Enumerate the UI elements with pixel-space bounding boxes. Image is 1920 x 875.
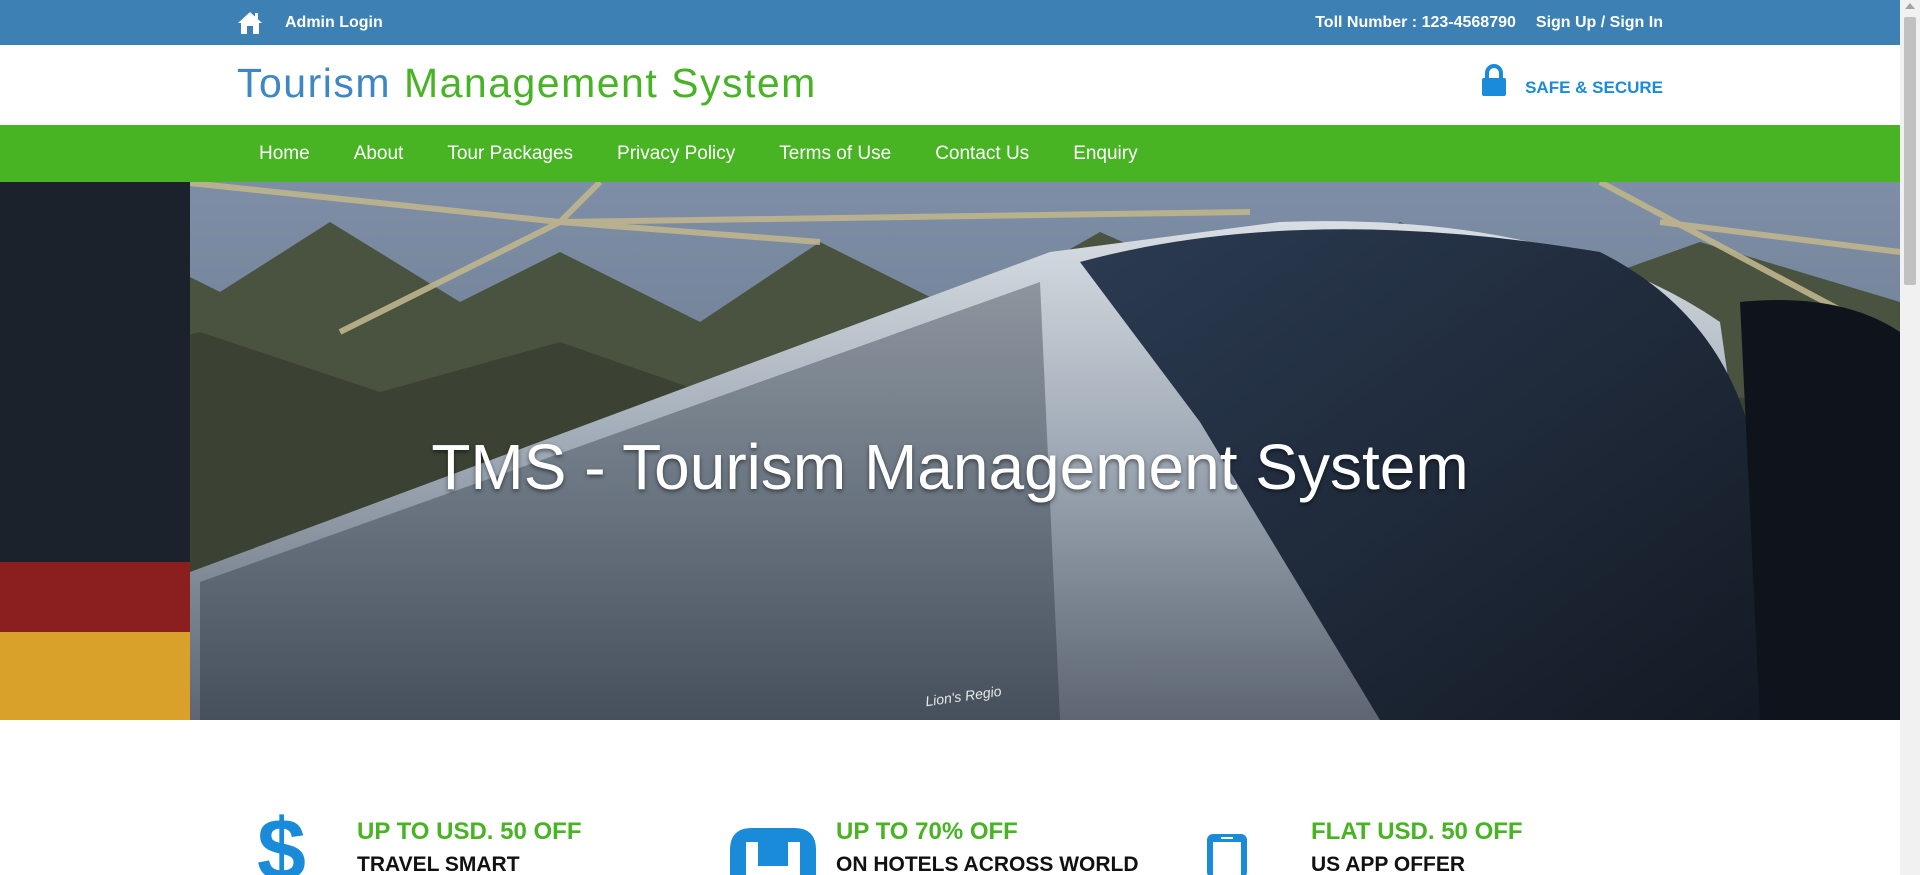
scrollbar-thumb[interactable]: [1904, 17, 1916, 285]
main-nav: Home About Tour Packages Privacy Policy …: [0, 125, 1900, 182]
feature-subtitle: TRAVEL SMART: [357, 853, 520, 875]
site-header: Tourism Management System SAFE & SECURE: [0, 45, 1900, 125]
svg-text:$: $: [257, 810, 306, 875]
feature-subtitle: US APP OFFER: [1311, 853, 1466, 875]
admin-login-link[interactable]: Admin Login: [285, 14, 383, 32]
feature-title: UP TO USD. 50 OFF: [357, 818, 582, 845]
nav-enquiry[interactable]: Enquiry: [1051, 143, 1159, 165]
scroll-up-arrow-icon[interactable]: [1905, 3, 1915, 9]
feature-title: FLAT USD. 50 OFF: [1311, 818, 1523, 845]
features-section: $ UP TO USD. 50 OFF TRAVEL SMART UP TO 7…: [0, 720, 1900, 875]
page-scrollbar[interactable]: [1900, 0, 1920, 875]
nav-contact-us[interactable]: Contact Us: [913, 143, 1051, 165]
nav-terms-of-use[interactable]: Terms of Use: [757, 143, 913, 165]
sign-up-sign-in-link[interactable]: Sign Up / Sign In: [1536, 14, 1663, 32]
logo-part-management-system: Management System: [403, 60, 817, 106]
top-bar: Admin Login Toll Number : 123-4568790 Si…: [0, 0, 1900, 45]
lock-icon: [1481, 63, 1507, 98]
home-icon[interactable]: [237, 10, 263, 36]
safe-secure-text: SAFE & SECURE: [1525, 77, 1663, 97]
nav-privacy-policy[interactable]: Privacy Policy: [595, 143, 757, 165]
nav-about[interactable]: About: [332, 143, 426, 165]
page: Admin Login Toll Number : 123-4568790 Si…: [0, 0, 1900, 875]
toll-number: Toll Number : 123-4568790: [1315, 13, 1516, 31]
banner-title: TMS - Tourism Management System: [431, 431, 1469, 503]
mobile-icon: [1205, 834, 1249, 875]
hotel-icon: [730, 828, 816, 875]
nav-tour-packages[interactable]: Tour Packages: [425, 143, 595, 165]
safe-secure-badge: SAFE & SECURE: [1481, 63, 1663, 98]
nav-home[interactable]: Home: [237, 143, 332, 165]
feature-title: UP TO 70% OFF: [836, 818, 1018, 845]
logo-part-tourism: Tourism: [237, 60, 392, 106]
dollar-icon: $: [255, 800, 311, 875]
hero-banner: TMS - Tourism Management System Lion's R…: [0, 182, 1900, 720]
feature-subtitle: ON HOTELS ACROSS WORLD: [836, 853, 1139, 875]
site-logo[interactable]: Tourism Management System: [237, 60, 817, 107]
